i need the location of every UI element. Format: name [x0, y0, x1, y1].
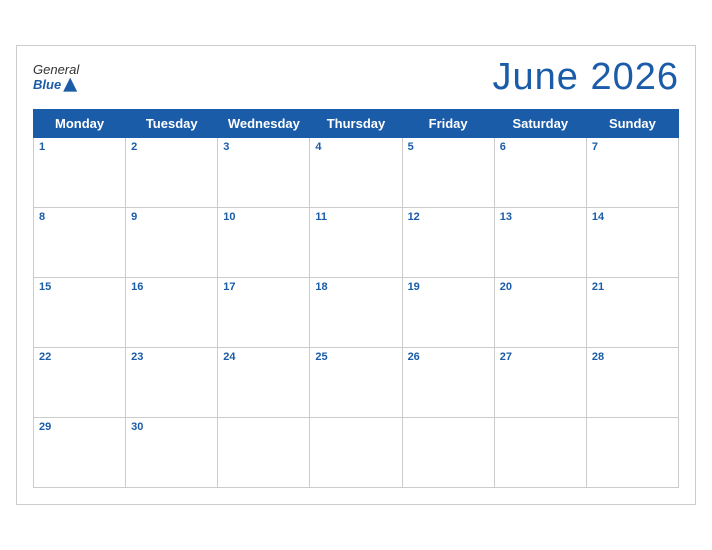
calendar-cell-4-3	[310, 418, 402, 488]
date-number-24: 24	[223, 351, 304, 363]
calendar-cell-3-2: 24	[218, 348, 310, 418]
calendar-cell-1-2: 10	[218, 208, 310, 278]
logo-line: Blue	[33, 78, 77, 92]
date-number-22: 22	[39, 351, 120, 363]
weekday-sunday: Sunday	[586, 110, 678, 138]
weekday-saturday: Saturday	[494, 110, 586, 138]
weekday-wednesday: Wednesday	[218, 110, 310, 138]
calendar-cell-4-6	[586, 418, 678, 488]
date-number-15: 15	[39, 281, 120, 293]
calendar-cell-4-2	[218, 418, 310, 488]
calendar-wrapper: General Blue June 2026 Monday Tuesday We…	[16, 45, 696, 505]
calendar-cell-1-4: 12	[402, 208, 494, 278]
date-number-20: 20	[500, 281, 581, 293]
date-number-5: 5	[408, 141, 489, 153]
date-number-13: 13	[500, 211, 581, 223]
calendar-cell-0-4: 5	[402, 138, 494, 208]
date-number-19: 19	[408, 281, 489, 293]
date-number-30: 30	[131, 421, 212, 433]
date-number-14: 14	[592, 211, 673, 223]
calendar-cell-4-1: 30	[126, 418, 218, 488]
date-number-7: 7	[592, 141, 673, 153]
calendar-cell-1-3: 11	[310, 208, 402, 278]
date-number-1: 1	[39, 141, 120, 153]
date-number-23: 23	[131, 351, 212, 363]
week-row-5: 29 30	[34, 418, 679, 488]
calendar-cell-0-0: 1	[34, 138, 126, 208]
date-number-9: 9	[131, 211, 212, 223]
date-number-11: 11	[315, 211, 396, 223]
calendar-cell-4-0: 29	[34, 418, 126, 488]
calendar-cell-0-3: 4	[310, 138, 402, 208]
week-row-2: 89 10 11 12 13 14	[34, 208, 679, 278]
date-number-21: 21	[592, 281, 673, 293]
date-number-26: 26	[408, 351, 489, 363]
date-number-16: 16	[131, 281, 212, 293]
calendar-cell-3-6: 28	[586, 348, 678, 418]
date-number-27: 27	[500, 351, 581, 363]
date-number-3: 3	[223, 141, 304, 153]
logo-blue-text: Blue	[33, 78, 61, 92]
calendar-cell-3-4: 26	[402, 348, 494, 418]
date-number-2: 2	[131, 141, 212, 153]
date-number-28: 28	[592, 351, 673, 363]
weekday-friday: Friday	[402, 110, 494, 138]
logo-general-text: General	[33, 63, 79, 77]
calendar-cell-0-6: 7	[586, 138, 678, 208]
calendar-cell-2-2: 17	[218, 278, 310, 348]
calendar-cell-3-0: 22	[34, 348, 126, 418]
week-row-1: 1234567	[34, 138, 679, 208]
calendar-cell-4-4	[402, 418, 494, 488]
date-number-8: 8	[39, 211, 120, 223]
calendar-cell-0-5: 6	[494, 138, 586, 208]
date-number-12: 12	[408, 211, 489, 223]
date-number-18: 18	[315, 281, 396, 293]
date-number-4: 4	[315, 141, 396, 153]
calendar-cell-1-5: 13	[494, 208, 586, 278]
calendar-table: Monday Tuesday Wednesday Thursday Friday…	[33, 109, 679, 488]
date-number-17: 17	[223, 281, 304, 293]
week-row-3: 15 16 17 18 19 20 21	[34, 278, 679, 348]
date-number-6: 6	[500, 141, 581, 153]
month-title: June 2026	[493, 56, 680, 99]
calendar-cell-1-0: 8	[34, 208, 126, 278]
weekday-tuesday: Tuesday	[126, 110, 218, 138]
calendar-cell-2-3: 18	[310, 278, 402, 348]
calendar-cell-1-6: 14	[586, 208, 678, 278]
calendar-cell-2-5: 20	[494, 278, 586, 348]
calendar-cell-2-0: 15	[34, 278, 126, 348]
weekday-thursday: Thursday	[310, 110, 402, 138]
calendar-cell-0-1: 2	[126, 138, 218, 208]
calendar-cell-4-5	[494, 418, 586, 488]
week-row-4: 22 23 24 25 26 27 28	[34, 348, 679, 418]
logo-triangle-icon	[63, 78, 77, 92]
calendar-cell-0-2: 3	[218, 138, 310, 208]
calendar-cell-3-5: 27	[494, 348, 586, 418]
date-number-29: 29	[39, 421, 120, 433]
calendar-cell-3-1: 23	[126, 348, 218, 418]
logo: General Blue	[33, 63, 79, 92]
calendar-header: General Blue June 2026	[33, 56, 679, 99]
calendar-cell-2-1: 16	[126, 278, 218, 348]
calendar-cell-1-1: 9	[126, 208, 218, 278]
calendar-cell-2-6: 21	[586, 278, 678, 348]
date-number-10: 10	[223, 211, 304, 223]
weekday-monday: Monday	[34, 110, 126, 138]
calendar-cell-2-4: 19	[402, 278, 494, 348]
weekday-header-row: Monday Tuesday Wednesday Thursday Friday…	[34, 110, 679, 138]
date-number-25: 25	[315, 351, 396, 363]
calendar-cell-3-3: 25	[310, 348, 402, 418]
